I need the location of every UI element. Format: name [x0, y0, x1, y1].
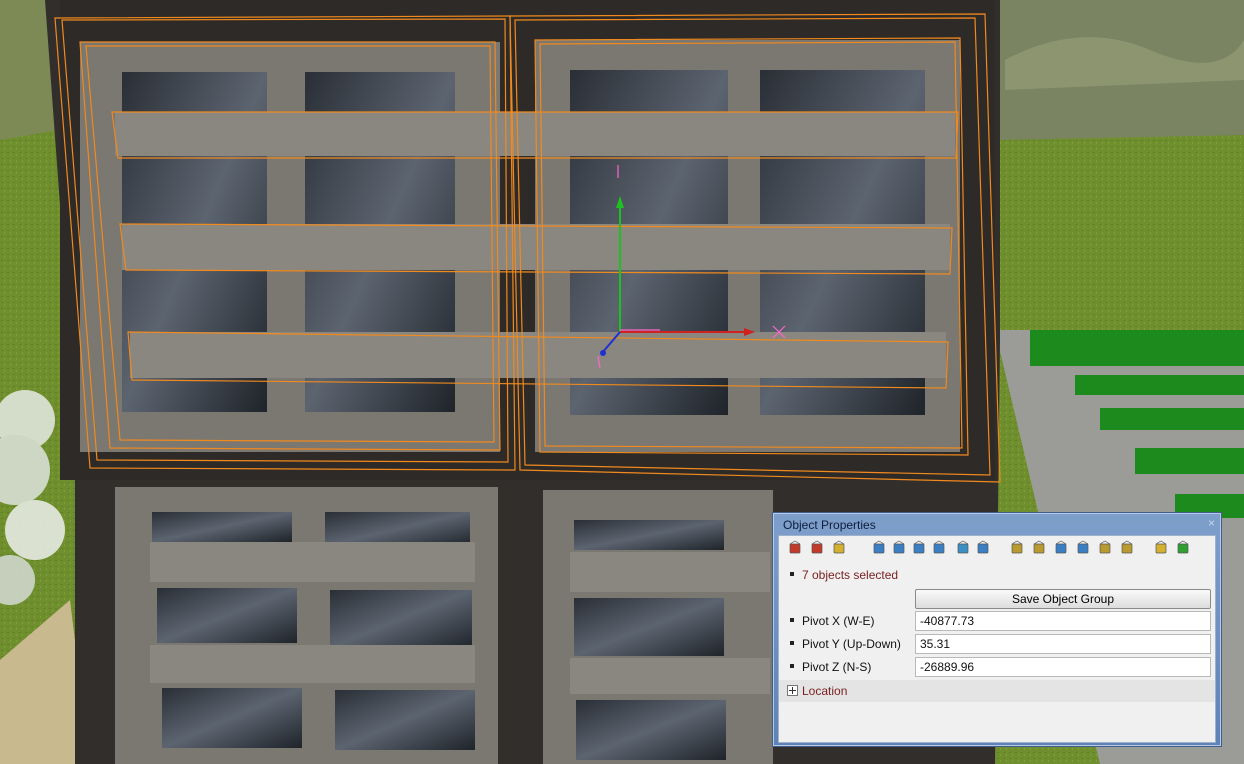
- properties-body: 7 objects selected Save Object Group Piv…: [778, 535, 1216, 743]
- pivot-y-row: Pivot Y (Up-Down) 35.31: [779, 633, 1215, 655]
- pivot-z-field[interactable]: -26889.96: [915, 657, 1211, 677]
- bullet-icon: [790, 618, 794, 622]
- delete-red-icon[interactable]: [787, 540, 803, 556]
- zoom-in-icon[interactable]: [1009, 540, 1025, 556]
- chain-green-icon[interactable]: [1175, 540, 1191, 556]
- location-label: Location: [802, 684, 848, 698]
- selection-count: 7 objects selected: [802, 568, 899, 582]
- move-left-icon[interactable]: [911, 540, 927, 556]
- pivot-x-label: Pivot X (W-E): [802, 614, 875, 628]
- save-row: Save Object Group: [779, 588, 1215, 610]
- toolbar: [779, 538, 1215, 560]
- box-yellow-icon[interactable]: [831, 540, 847, 556]
- pivot-x-row: Pivot X (W-E) -40877.73: [779, 610, 1215, 632]
- zoom-select-icon[interactable]: [1075, 540, 1091, 556]
- pivot-y-label: Pivot Y (Up-Down): [802, 637, 901, 651]
- cylinder-icon[interactable]: [1153, 540, 1169, 556]
- remove-red-x-icon[interactable]: [809, 540, 825, 556]
- zoom-out-icon[interactable]: [1031, 540, 1047, 556]
- object-properties-window[interactable]: Object Properties × 7 objects selected S…: [772, 512, 1222, 747]
- hook-icon[interactable]: [955, 540, 971, 556]
- location-row[interactable]: Location: [779, 680, 1215, 702]
- pivot-z-value: -26889.96: [920, 660, 975, 674]
- pivot-y-value: 35.31: [920, 637, 951, 651]
- pivot-x-value: -40877.73: [920, 614, 975, 628]
- pivot-z-label: Pivot Z (N-S): [802, 660, 872, 674]
- bullet-icon: [790, 641, 794, 645]
- bullet-icon: [790, 572, 794, 576]
- zoom-region-icon[interactable]: [1097, 540, 1113, 556]
- zoom-fit-icon[interactable]: [1053, 540, 1069, 556]
- move-right-icon[interactable]: [931, 540, 947, 556]
- selection-row: 7 objects selected: [779, 564, 1215, 586]
- save-object-group-button[interactable]: Save Object Group: [915, 589, 1211, 609]
- pivot-x-field[interactable]: -40877.73: [915, 611, 1211, 631]
- rotate-pin-icon[interactable]: [891, 540, 907, 556]
- anchor-icon[interactable]: [975, 540, 991, 556]
- pin-icon[interactable]: [871, 540, 887, 556]
- expand-icon[interactable]: [787, 685, 798, 696]
- pivot-y-field[interactable]: 35.31: [915, 634, 1211, 654]
- zoom-reset-icon[interactable]: [1119, 540, 1135, 556]
- pivot-z-row: Pivot Z (N-S) -26889.96: [779, 656, 1215, 678]
- bullet-icon: [790, 664, 794, 668]
- window-title: Object Properties: [783, 518, 876, 532]
- close-icon[interactable]: ×: [1208, 516, 1215, 530]
